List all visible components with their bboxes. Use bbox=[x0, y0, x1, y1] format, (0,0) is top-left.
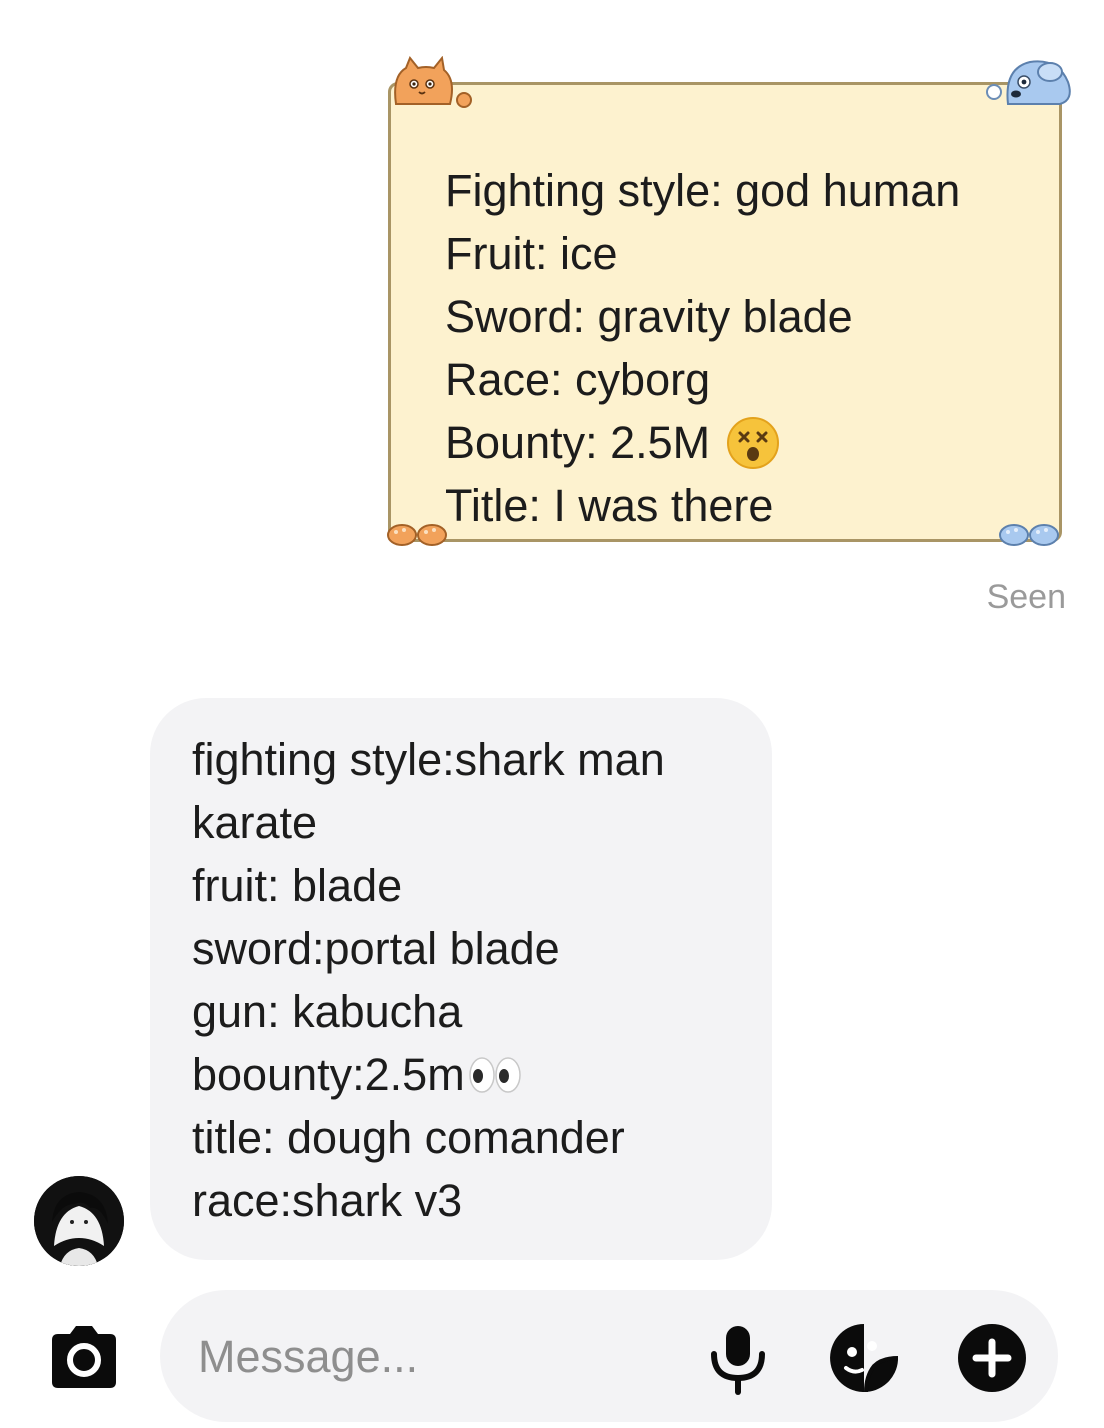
recv-line-title: title: dough comander bbox=[192, 1112, 625, 1163]
recv-line-fruit: fruit: blade bbox=[192, 860, 403, 911]
received-message-text: fighting style:shark man karate fruit: b… bbox=[192, 728, 665, 1232]
seen-status: Seen bbox=[986, 578, 1066, 616]
plus-icon[interactable] bbox=[954, 1320, 1030, 1396]
sent-line-bounty: Bounty: 2.5M bbox=[445, 417, 711, 468]
avatar-image bbox=[34, 1176, 124, 1266]
message-input[interactable] bbox=[196, 1320, 700, 1394]
microphone-icon[interactable] bbox=[700, 1320, 776, 1396]
received-message-bubble[interactable]: fighting style:shark man karate fruit: b… bbox=[150, 698, 772, 1260]
sent-message[interactable]: Fighting style: god human Fruit: ice Swo… bbox=[376, 52, 1076, 554]
cat-sticker-icon bbox=[394, 56, 472, 108]
sent-message-bubble: Fighting style: god human Fruit: ice Swo… bbox=[388, 82, 1062, 542]
recv-line-race: race:shark v3 bbox=[192, 1175, 463, 1226]
sent-line-bounty-row: Bounty: 2.5M bbox=[445, 411, 960, 474]
dog-sticker-icon bbox=[986, 60, 1071, 105]
sent-line-title: Title: I was there bbox=[445, 480, 774, 531]
dizzy-face-emoji-icon bbox=[727, 416, 780, 469]
recv-line-bounty-row: boounty:2.5m bbox=[192, 1043, 665, 1106]
recv-line-fighting-style: fighting style:shark man bbox=[192, 734, 665, 785]
sender-avatar[interactable] bbox=[34, 1176, 124, 1266]
camera-icon[interactable] bbox=[44, 1322, 124, 1392]
recv-line-sword: sword:portal blade bbox=[192, 923, 560, 974]
sent-line-fighting-style: Fighting style: god human bbox=[445, 165, 961, 216]
orange-paws-icon bbox=[387, 524, 447, 546]
recv-line-bounty: boounty:2.5m bbox=[192, 1049, 465, 1100]
sticker-icon[interactable] bbox=[826, 1320, 902, 1396]
blue-paws-icon bbox=[999, 524, 1059, 546]
sent-line-race: Race: cyborg bbox=[445, 354, 711, 405]
eyes-emoji-icon bbox=[468, 1056, 521, 1093]
recv-line-gun: gun: kabucha bbox=[192, 986, 463, 1037]
sent-message-text: Fighting style: god human Fruit: ice Swo… bbox=[445, 159, 960, 537]
sent-line-sword: Sword: gravity blade bbox=[445, 291, 853, 342]
message-composer bbox=[160, 1290, 1058, 1422]
recv-line-fighting-style-cont: karate bbox=[192, 797, 318, 848]
sent-line-fruit: Fruit: ice bbox=[445, 228, 618, 279]
